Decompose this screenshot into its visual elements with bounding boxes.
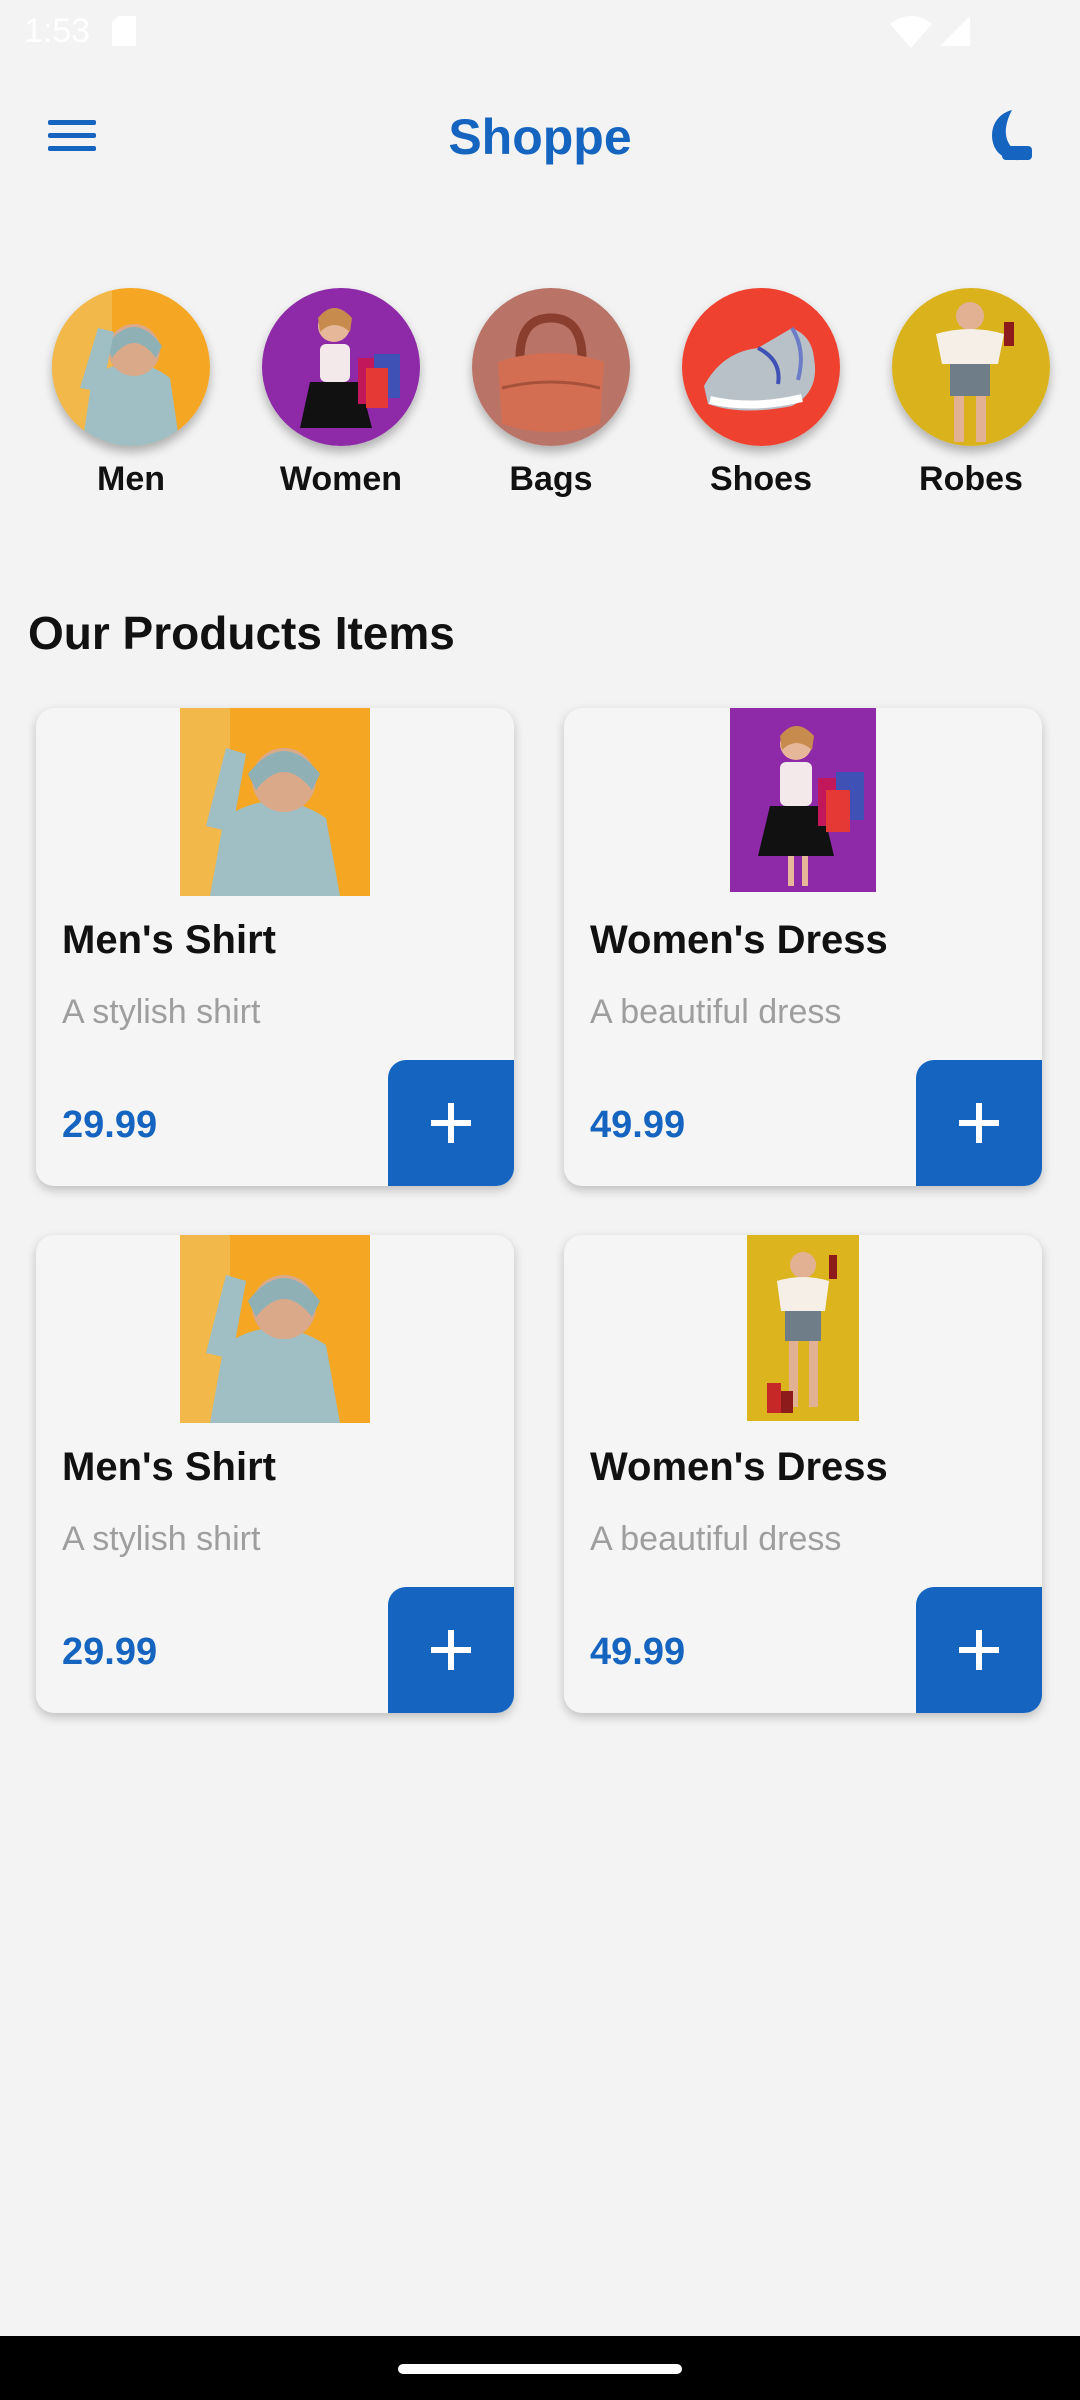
- app-bar: Shoppe: [0, 64, 1080, 214]
- category-image: [262, 288, 420, 446]
- add-to-cart-button[interactable]: [916, 1587, 1042, 1713]
- section-title: Our Products Items: [28, 607, 455, 659]
- category-image: [472, 288, 630, 446]
- category-bags[interactable]: Bags: [456, 280, 646, 499]
- add-to-cart-button[interactable]: [388, 1060, 514, 1186]
- product-image: [36, 1235, 514, 1425]
- category-shoes[interactable]: Shoes: [666, 280, 856, 499]
- category-image: [892, 288, 1050, 446]
- product-description: A beautiful dress: [590, 993, 842, 1031]
- product-image: [564, 708, 1042, 898]
- product-name: Women's Dress: [590, 918, 888, 962]
- plus-icon: [431, 1630, 471, 1670]
- category-label: Men: [97, 460, 165, 498]
- product-price: 29.99: [62, 1104, 158, 1146]
- category-women[interactable]: Women: [246, 280, 436, 499]
- signal-icon: [940, 16, 970, 46]
- plus-icon: [959, 1103, 999, 1143]
- category-label: Women: [279, 460, 403, 498]
- product-image: [564, 1235, 1042, 1425]
- product-card[interactable]: Men's Shirt A stylish shirt 29.99: [36, 708, 514, 1186]
- product-card[interactable]: Women's Dress A beautiful dress 49.99: [564, 1235, 1042, 1713]
- product-card[interactable]: Men's Shirt A stylish shirt 29.99: [36, 1235, 514, 1713]
- category-label: Shoes: [709, 460, 813, 498]
- category-men[interactable]: Men: [36, 280, 226, 499]
- product-name: Men's Shirt: [62, 1445, 276, 1489]
- product-price: 49.99: [590, 1631, 686, 1673]
- product-description: A beautiful dress: [590, 1520, 842, 1558]
- app-title: Shoppe: [448, 109, 632, 165]
- category-robes[interactable]: Robes: [876, 280, 1066, 499]
- status-time: 1:53: [24, 12, 91, 50]
- product-name: Men's Shirt: [62, 918, 276, 962]
- product-description: A stylish shirt: [62, 1520, 261, 1558]
- category-label: Robes: [919, 460, 1023, 498]
- product-price: 29.99: [62, 1631, 158, 1673]
- product-price: 49.99: [590, 1104, 686, 1146]
- product-image: [36, 708, 514, 898]
- product-card[interactable]: Women's Dress A beautiful dress 49.99: [564, 708, 1042, 1186]
- plus-icon: [959, 1630, 999, 1670]
- sd-card-icon: [112, 16, 136, 46]
- system-navigation-bar: [0, 2336, 1080, 2400]
- category-image: [52, 288, 210, 446]
- moon-icon[interactable]: [982, 106, 1038, 166]
- category-label: Bags: [509, 460, 593, 498]
- category-list: Men Women Bags Shoes Robes: [0, 280, 1080, 520]
- add-to-cart-button[interactable]: [916, 1060, 1042, 1186]
- product-name: Women's Dress: [590, 1445, 888, 1489]
- plus-icon: [431, 1103, 471, 1143]
- category-image: [682, 288, 840, 446]
- status-bar: 1:53: [0, 0, 1080, 64]
- home-gesture-handle[interactable]: [398, 2364, 682, 2374]
- wifi-icon: [890, 16, 932, 48]
- product-description: A stylish shirt: [62, 993, 261, 1031]
- add-to-cart-button[interactable]: [388, 1587, 514, 1713]
